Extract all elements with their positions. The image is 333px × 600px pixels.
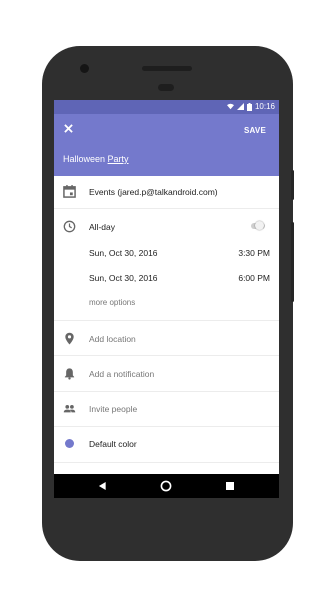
calendar-account-label: Events (jared.p@talkandroid.com) [89, 187, 218, 197]
volume-button [291, 222, 294, 302]
more-options-row: more options [54, 298, 279, 310]
all-day-row[interactable]: All-day [54, 220, 279, 236]
notification-row[interactable]: Add a notification [54, 366, 279, 382]
toggle-knob [255, 221, 264, 230]
divider [54, 462, 279, 463]
invite-people-row[interactable]: Invite people [54, 401, 279, 417]
home-icon [160, 480, 172, 492]
location-input[interactable]: Add location [89, 334, 136, 344]
event-title-underlined: Party [107, 154, 129, 164]
invite-people-input[interactable]: Invite people [89, 404, 137, 414]
end-datetime-row: Sun, Oct 30, 2016 6:00 PM [54, 272, 279, 286]
more-options-link[interactable]: more options [89, 298, 135, 307]
divider [54, 208, 279, 209]
location-pin-icon [65, 332, 74, 345]
close-icon [64, 124, 73, 133]
bell-icon [64, 368, 75, 380]
location-row[interactable]: Add location [54, 331, 279, 347]
color-row[interactable]: Default color [54, 437, 279, 453]
wifi-icon [226, 103, 234, 110]
front-camera [80, 64, 89, 73]
back-button[interactable] [95, 479, 109, 493]
end-date[interactable]: Sun, Oct 30, 2016 [89, 273, 158, 283]
all-day-toggle[interactable] [251, 221, 265, 230]
event-title-input[interactable]: Halloween Party [63, 154, 129, 164]
earpiece-speaker [142, 66, 192, 71]
power-button [291, 170, 294, 200]
signal-icon [236, 103, 244, 110]
divider [54, 391, 279, 392]
color-label: Default color [89, 439, 137, 449]
notification-input[interactable]: Add a notification [89, 369, 154, 379]
people-icon [63, 404, 76, 413]
recents-button[interactable] [223, 479, 237, 493]
proximity-sensor [158, 84, 174, 91]
start-time[interactable]: 3:30 PM [238, 248, 270, 258]
end-time[interactable]: 6:00 PM [238, 273, 270, 283]
status-time: 10:16 [254, 102, 275, 111]
start-datetime-row: Sun, Oct 30, 2016 3:30 PM [54, 247, 279, 261]
divider [54, 355, 279, 356]
save-button[interactable]: SAVE [244, 126, 266, 135]
home-button[interactable] [159, 479, 173, 493]
calendar-row[interactable]: Events (jared.p@talkandroid.com) [54, 184, 279, 200]
divider [54, 320, 279, 321]
screen: 10:16 SAVE Halloween Party Events (jared… [54, 100, 279, 498]
event-title-text: Halloween [63, 154, 108, 164]
recents-icon [226, 482, 234, 490]
battery-icon [246, 102, 252, 111]
calendar-icon [63, 185, 76, 198]
status-bar: 10:16 [54, 100, 279, 114]
back-icon [98, 481, 106, 491]
all-day-label: All-day [89, 222, 115, 232]
close-button[interactable] [64, 122, 73, 135]
app-bar: SAVE Halloween Party [54, 114, 279, 176]
color-swatch [65, 439, 74, 448]
clock-icon [63, 220, 76, 233]
divider [54, 426, 279, 427]
start-date[interactable]: Sun, Oct 30, 2016 [89, 248, 158, 258]
navigation-bar [54, 474, 279, 498]
